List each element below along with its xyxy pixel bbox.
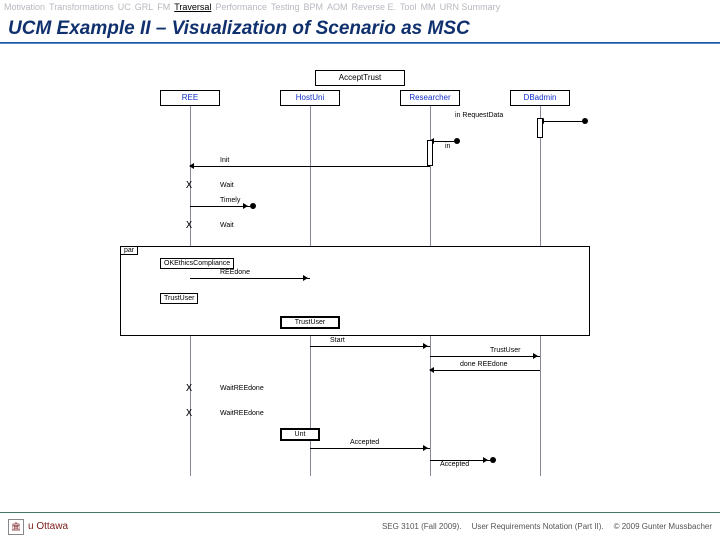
label-in: in <box>445 143 450 150</box>
timer1 <box>186 180 194 190</box>
nav-uc: UC <box>118 2 131 12</box>
logo: 🏛 u Ottawa <box>8 519 68 535</box>
label-trustuser2: TrustUser <box>490 347 520 354</box>
ref-trustuser: TrustUser <box>280 316 340 329</box>
title-underline <box>0 42 720 44</box>
box-okethics: OKEthicsCompliance <box>160 258 234 269</box>
footer-topic: User Requirements Notation (Part II). <box>472 522 604 531</box>
nav-motivation: Motivation <box>4 2 45 12</box>
nav-performance: Performance <box>215 2 267 12</box>
nav-tool: Tool <box>400 2 417 12</box>
msg-donereedone <box>430 370 540 371</box>
nav-reverse: Reverse E. <box>352 2 397 12</box>
par-tag: par <box>120 246 138 255</box>
msg-trustuser2 <box>430 356 540 357</box>
page-title: UCM Example II – Visualization of Scenar… <box>0 14 720 42</box>
box-trustuser1: TrustUser <box>160 293 198 304</box>
label-wait2: Wait <box>220 222 234 229</box>
top-nav: Motivation Transformations UC GRL FM Tra… <box>0 0 720 14</box>
activation-dbadmin <box>537 118 543 138</box>
timer2 <box>186 220 194 230</box>
found-in-dot <box>454 138 460 144</box>
nav-transformations: Transformations <box>49 2 114 12</box>
msg-in <box>430 141 454 142</box>
activation-researcher <box>427 140 433 166</box>
logo-text: u Ottawa <box>28 521 68 532</box>
label-init: Init <box>220 157 229 164</box>
label-timely: Timely <box>220 197 240 204</box>
timer4 <box>186 408 194 418</box>
label-donereedone: done REEdone <box>460 361 507 368</box>
label-reedone1: REEdone <box>220 269 250 276</box>
label-wait1: Wait <box>220 182 234 189</box>
nav-testing: Testing <box>271 2 300 12</box>
actor-dbadmin: DBadmin <box>510 90 570 106</box>
accepted-dot <box>490 457 496 463</box>
ref-unt: Unt <box>280 428 320 441</box>
nav-traversal[interactable]: Traversal <box>174 2 211 12</box>
footer-copyright: © 2009 Gunter Mussbacher <box>614 522 712 531</box>
msg-reedone1 <box>190 278 310 279</box>
actor-hostuni: HostUni <box>280 90 340 106</box>
label-accepted1: Accepted <box>350 439 379 446</box>
nav-bpm: BPM <box>303 2 323 12</box>
nav-fm: FM <box>157 2 170 12</box>
msg-requestdata <box>540 121 582 122</box>
found-msg-dot <box>582 118 588 124</box>
nav-grl: GRL <box>135 2 154 12</box>
label-accepted2: Accepted <box>440 461 469 468</box>
logo-icon: 🏛 <box>8 519 24 535</box>
msg-timely <box>190 206 250 207</box>
nav-mm: MM <box>421 2 436 12</box>
msg-start <box>310 346 430 347</box>
label-start: Start <box>330 337 345 344</box>
label-waitree1: WaitREEdone <box>220 385 264 392</box>
actor-researcher: Researcher <box>400 90 460 106</box>
msc-diagram: AcceptTrust REE HostUni Researcher DBadm… <box>0 48 720 486</box>
nav-aom: AOM <box>327 2 348 12</box>
msc-frame-title: AcceptTrust <box>315 70 405 86</box>
label-waitree2: WaitREEdone <box>220 410 264 417</box>
nav-urn-summary: URN Summary <box>440 2 501 12</box>
label-requestdata: in RequestData <box>455 112 503 119</box>
msg-accepted1 <box>310 448 430 449</box>
footer-course: SEG 3101 (Fall 2009). <box>382 522 462 531</box>
msg-init <box>190 166 430 167</box>
timely-dot <box>250 203 256 209</box>
timer3 <box>186 383 194 393</box>
actor-ree: REE <box>160 90 220 106</box>
footer: 🏛 u Ottawa SEG 3101 (Fall 2009). User Re… <box>0 512 720 540</box>
